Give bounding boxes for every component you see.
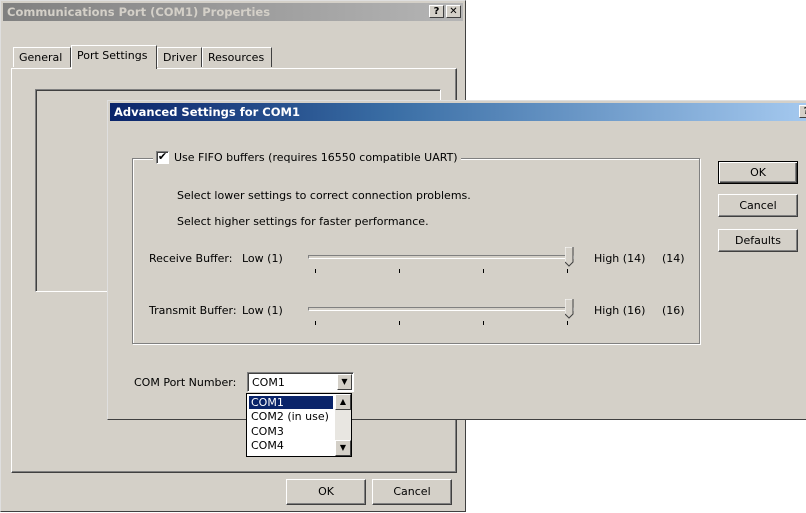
receive-high-label: High (14): [594, 252, 646, 265]
dialog-help-button[interactable]: ?: [799, 105, 806, 118]
receive-buffer-slider[interactable]: [308, 244, 578, 274]
defaults-button[interactable]: Defaults: [718, 229, 798, 252]
list-item[interactable]: COM1: [249, 396, 333, 409]
slider-tick: [567, 321, 568, 325]
slider-tick: [315, 321, 316, 325]
chevron-up-icon: ▲: [339, 397, 347, 406]
tab-resources[interactable]: Resources: [202, 47, 272, 67]
tab-port-settings[interactable]: Port Settings: [71, 45, 157, 69]
slider-tick: [399, 321, 400, 325]
slider-tick: [483, 321, 484, 325]
fifo-checkbox-label: Use FIFO buffers (requires 16550 compati…: [174, 151, 458, 164]
ok-button[interactable]: OK: [286, 479, 366, 505]
list-item[interactable]: COM4: [249, 439, 286, 452]
transmit-buffer-slider[interactable]: [308, 296, 578, 326]
dialog-ok-button[interactable]: OK: [718, 161, 798, 184]
slider-tick: [399, 269, 400, 273]
advanced-title: Advanced Settings for COM1: [114, 105, 300, 119]
receive-buffer-label: Receive Buffer:: [149, 252, 233, 265]
hint-lower: Select lower settings to correct connect…: [177, 189, 471, 202]
properties-title-bar[interactable]: Communications Port (COM1) Properties ? …: [3, 3, 463, 21]
slider-tick: [483, 269, 484, 273]
chevron-down-icon: ▼: [339, 443, 347, 452]
chevron-down-icon: ▼: [341, 377, 348, 386]
com-port-selected: COM1: [252, 376, 285, 389]
transmit-low-label: Low (1): [242, 304, 283, 317]
slider-tick: [315, 269, 316, 273]
help-button[interactable]: ?: [429, 5, 444, 18]
scroll-down-button[interactable]: ▼: [335, 440, 351, 456]
check-icon: ✔: [157, 150, 168, 163]
dropdown-arrow-button[interactable]: ▼: [337, 374, 352, 390]
advanced-settings-dialog: Advanced Settings for COM1 ? ✔ Use FIFO …: [107, 100, 806, 420]
dialog-cancel-button[interactable]: Cancel: [718, 194, 798, 217]
transmit-buffer-label: Transmit Buffer:: [149, 304, 237, 317]
hint-higher: Select higher settings for faster perfor…: [177, 215, 429, 228]
properties-title: Communications Port (COM1) Properties: [7, 5, 271, 19]
scroll-up-button[interactable]: ▲: [335, 394, 351, 410]
com-port-combobox[interactable]: COM1 ▼: [247, 372, 354, 392]
help-icon: ?: [433, 6, 440, 17]
receive-value: (14): [662, 252, 685, 265]
cancel-button[interactable]: Cancel: [372, 479, 452, 505]
close-button[interactable]: ✕: [446, 5, 461, 18]
list-item[interactable]: COM2 (in use): [249, 410, 331, 423]
com-port-label: COM Port Number:: [134, 376, 237, 389]
transmit-high-label: High (16): [594, 304, 646, 317]
tab-driver[interactable]: Driver: [157, 47, 202, 67]
com-port-dropdown-list[interactable]: COM1 COM2 (in use) COM3 COM4 ▲ ▼: [246, 393, 352, 457]
fifo-checkbox[interactable]: ✔: [156, 151, 169, 164]
list-scrollbar[interactable]: ▲ ▼: [335, 394, 351, 456]
transmit-slider-thumb[interactable]: [565, 299, 574, 319]
slider-tick: [567, 269, 568, 273]
receive-slider-thumb[interactable]: [565, 247, 574, 267]
advanced-title-bar[interactable]: Advanced Settings for COM1 ?: [110, 103, 806, 121]
list-item[interactable]: COM3: [249, 425, 286, 438]
close-icon: ✕: [449, 6, 458, 17]
transmit-value: (16): [662, 304, 685, 317]
receive-low-label: Low (1): [242, 252, 283, 265]
fifo-checkbox-row[interactable]: ✔ Use FIFO buffers (requires 16550 compa…: [153, 151, 461, 164]
tab-general[interactable]: General: [13, 47, 71, 67]
